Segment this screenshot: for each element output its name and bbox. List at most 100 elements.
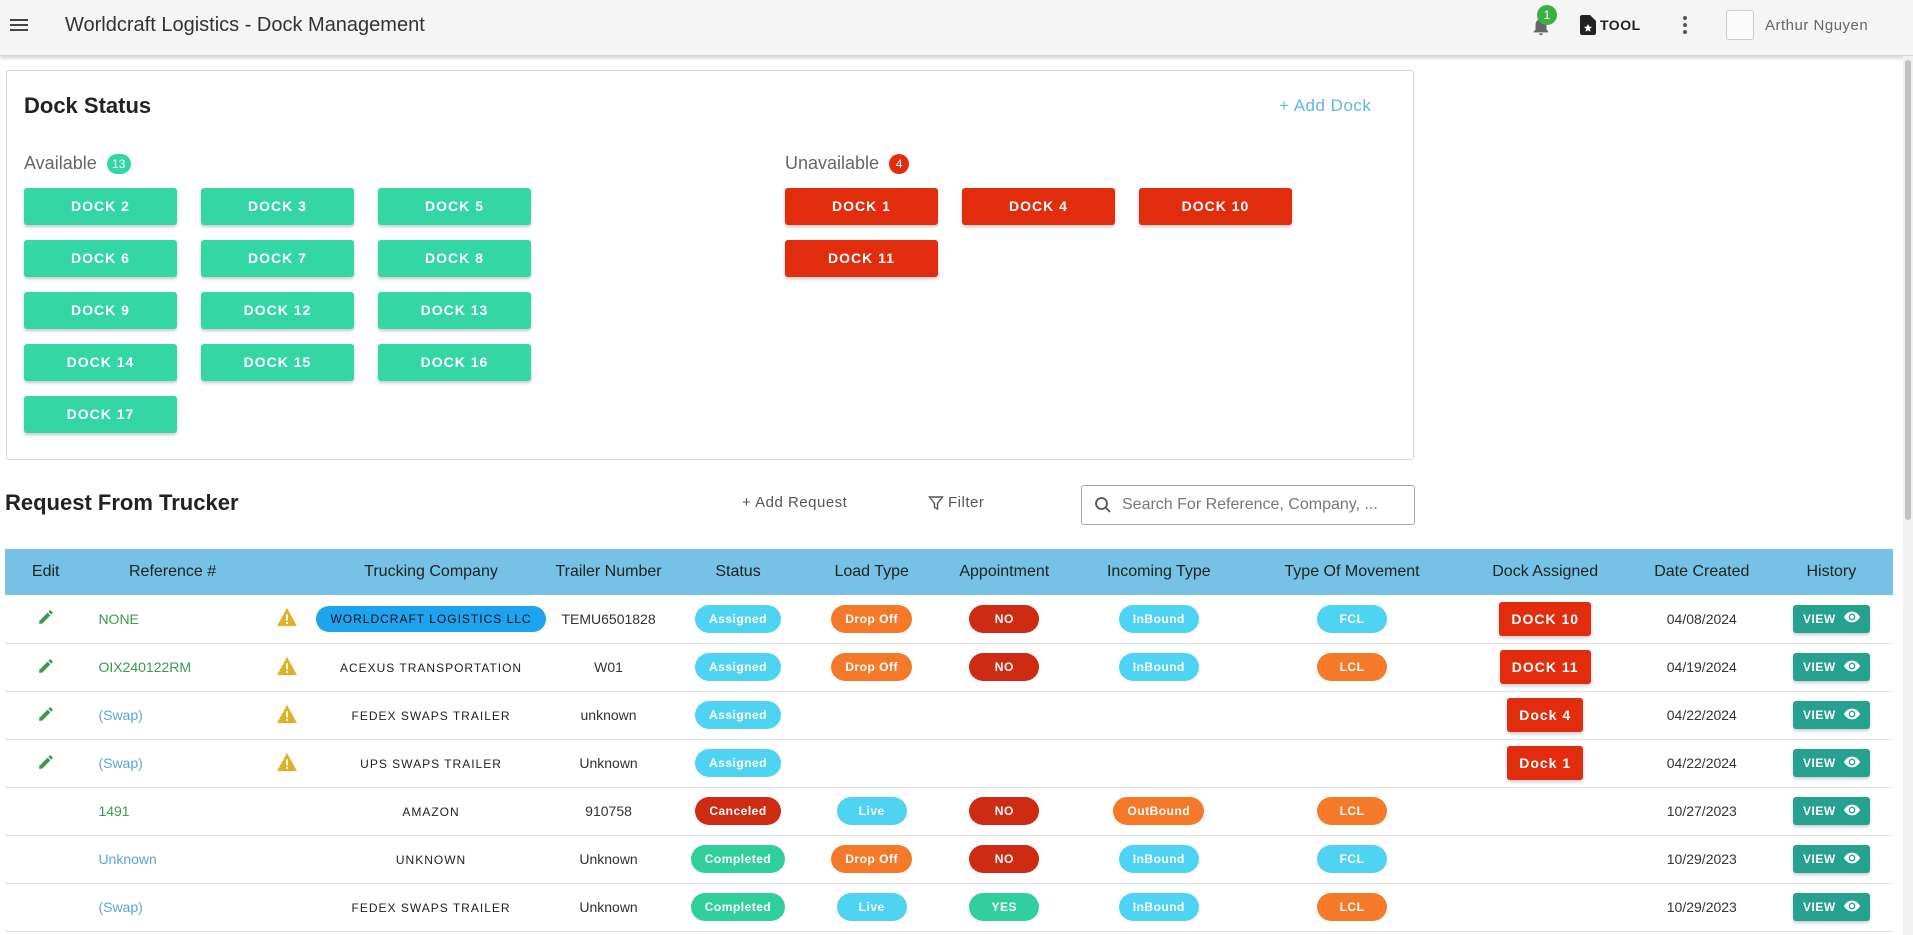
incoming-type-badge: InBound (1118, 604, 1199, 633)
dock-button-available[interactable]: DOCK 8 (378, 240, 531, 277)
dock-button-available[interactable]: DOCK 9 (24, 292, 177, 329)
reference-link[interactable]: NONE (86, 595, 258, 643)
column-header[interactable]: Type Of Movement (1248, 549, 1457, 595)
edit-cell (5, 595, 86, 643)
column-header[interactable]: Status (671, 549, 805, 595)
eye-icon (1843, 852, 1860, 867)
load-type-cell: Drop Off (805, 835, 939, 883)
dock-button-unavailable[interactable]: DOCK 11 (785, 240, 938, 277)
tool-button[interactable]: TOOL (1580, 14, 1641, 36)
table-row[interactable]: OIX240122RM ACEXUS TRANSPORTATION W01 As… (5, 643, 1893, 691)
filter-button[interactable]: Filter (928, 494, 984, 511)
dock-button-available[interactable]: DOCK 5 (378, 188, 531, 225)
load-type-cell (805, 739, 939, 787)
add-request-button[interactable]: + Add Request (742, 494, 847, 511)
view-history-button[interactable]: VIEW (1793, 893, 1870, 921)
view-history-button[interactable]: VIEW (1793, 604, 1870, 633)
movement-type-cell: LCL (1248, 787, 1457, 835)
vertical-dots-icon[interactable] (1681, 14, 1689, 36)
dock-button-available[interactable]: DOCK 12 (201, 292, 354, 329)
view-history-button[interactable]: VIEW (1793, 701, 1870, 729)
appointment-cell (939, 739, 1071, 787)
dock-button-unavailable[interactable]: DOCK 10 (1139, 188, 1292, 225)
eye-icon (1843, 900, 1860, 915)
add-dock-button[interactable]: + Add Dock (1279, 96, 1371, 116)
avatar[interactable] (1726, 10, 1754, 40)
dock-assigned-badge[interactable]: Dock 4 (1507, 698, 1584, 732)
dock-button-available[interactable]: DOCK 17 (24, 396, 177, 433)
appointment-badge: NO (969, 845, 1040, 873)
view-history-button[interactable]: VIEW (1793, 749, 1870, 777)
pencil-icon[interactable] (37, 706, 55, 726)
view-label: VIEW (1803, 660, 1836, 674)
column-header[interactable]: Date Created (1634, 549, 1770, 595)
dock-button-available[interactable]: DOCK 14 (24, 344, 177, 381)
dock-button-available[interactable]: DOCK 13 (378, 292, 531, 329)
column-header[interactable]: Reference # (86, 549, 258, 595)
hamburger-menu-icon[interactable] (10, 16, 32, 34)
load-type-badge: Drop Off (831, 845, 912, 873)
status-cell: Assigned (671, 595, 805, 643)
dock-button-available[interactable]: DOCK 6 (24, 240, 177, 277)
dock-button-unavailable[interactable]: DOCK 1 (785, 188, 938, 225)
reference-link[interactable]: Unknown (86, 835, 258, 883)
table-row[interactable]: (Swap) UPS SWAPS TRAILER Unknown Assigne… (5, 739, 1893, 787)
column-header[interactable]: Dock Assigned (1456, 549, 1634, 595)
appointment-cell: NO (939, 787, 1071, 835)
file-star-icon (1580, 15, 1596, 35)
dock-assigned-cell: DOCK 10 (1456, 595, 1634, 643)
reference-link[interactable]: (Swap) (86, 883, 258, 931)
column-header[interactable]: History (1770, 549, 1893, 595)
load-type-cell (805, 691, 939, 739)
edit-cell (5, 787, 86, 835)
pencil-icon[interactable] (37, 754, 55, 774)
user-name[interactable]: Arthur Nguyen (1765, 17, 1868, 34)
notification-count-badge: 1 (1537, 5, 1557, 25)
reference-link[interactable]: 1491 (86, 787, 258, 835)
dock-assigned-badge[interactable]: Dock 1 (1507, 746, 1584, 780)
view-label: VIEW (1803, 852, 1836, 866)
search-input[interactable] (1122, 496, 1402, 514)
history-cell: VIEW (1770, 883, 1893, 931)
movement-type-cell (1248, 739, 1457, 787)
pencil-icon[interactable] (37, 658, 55, 678)
status-cell: Completed (671, 835, 805, 883)
column-header[interactable]: Appointment (939, 549, 1071, 595)
company-name: ACEXUS TRANSPORTATION (339, 661, 523, 675)
table-row[interactable]: (Swap) FEDEX SWAPS TRAILER Unknown Compl… (5, 883, 1893, 931)
view-history-button[interactable]: VIEW (1793, 797, 1870, 825)
column-header[interactable]: Trailer Number (546, 549, 671, 595)
warning-icon (276, 608, 298, 630)
load-type-badge: Live (836, 893, 907, 921)
column-header[interactable]: Incoming Type (1070, 549, 1248, 595)
scrollbar-thumb[interactable] (1905, 60, 1911, 520)
table-row[interactable]: 1491 AMAZON 910758 Canceled Live NO OutB… (5, 787, 1893, 835)
column-header[interactable]: Trucking Company (316, 549, 546, 595)
view-history-button[interactable]: VIEW (1793, 845, 1870, 873)
dock-button-unavailable[interactable]: DOCK 4 (962, 188, 1115, 225)
reference-link[interactable]: (Swap) (86, 691, 258, 739)
column-header[interactable]: Edit (5, 549, 86, 595)
dock-assigned-badge[interactable]: DOCK 10 (1499, 601, 1592, 636)
dock-button-available[interactable]: DOCK 16 (378, 344, 531, 381)
load-type-cell: Drop Off (805, 643, 939, 691)
table-row[interactable]: (Swap) FEDEX SWAPS TRAILER unknown Assig… (5, 691, 1893, 739)
dock-button-available[interactable]: DOCK 2 (24, 188, 177, 225)
dock-button-available[interactable]: DOCK 3 (201, 188, 354, 225)
warning-cell (259, 787, 316, 835)
reference-link[interactable]: (Swap) (86, 739, 258, 787)
incoming-type-badge: OutBound (1113, 797, 1205, 825)
dock-button-available[interactable]: DOCK 15 (201, 344, 354, 381)
trailer-number: unknown (580, 707, 637, 723)
table-row[interactable]: NONE WORLDCRAFT LOGISTICS LLC TEMU650182… (5, 595, 1893, 643)
reference-link[interactable]: OIX240122RM (86, 643, 258, 691)
requests-title: Request From Trucker (5, 490, 239, 515)
dock-assigned-badge[interactable]: DOCK 11 (1499, 650, 1591, 684)
incoming-type-cell: InBound (1070, 643, 1248, 691)
warning-icon (276, 752, 298, 775)
dock-button-available[interactable]: DOCK 7 (201, 240, 354, 277)
pencil-icon[interactable] (37, 610, 55, 629)
column-header[interactable]: Load Type (805, 549, 939, 595)
table-row[interactable]: Unknown UNKNOWN Unknown Completed Drop O… (5, 835, 1893, 883)
view-history-button[interactable]: VIEW (1793, 653, 1870, 681)
